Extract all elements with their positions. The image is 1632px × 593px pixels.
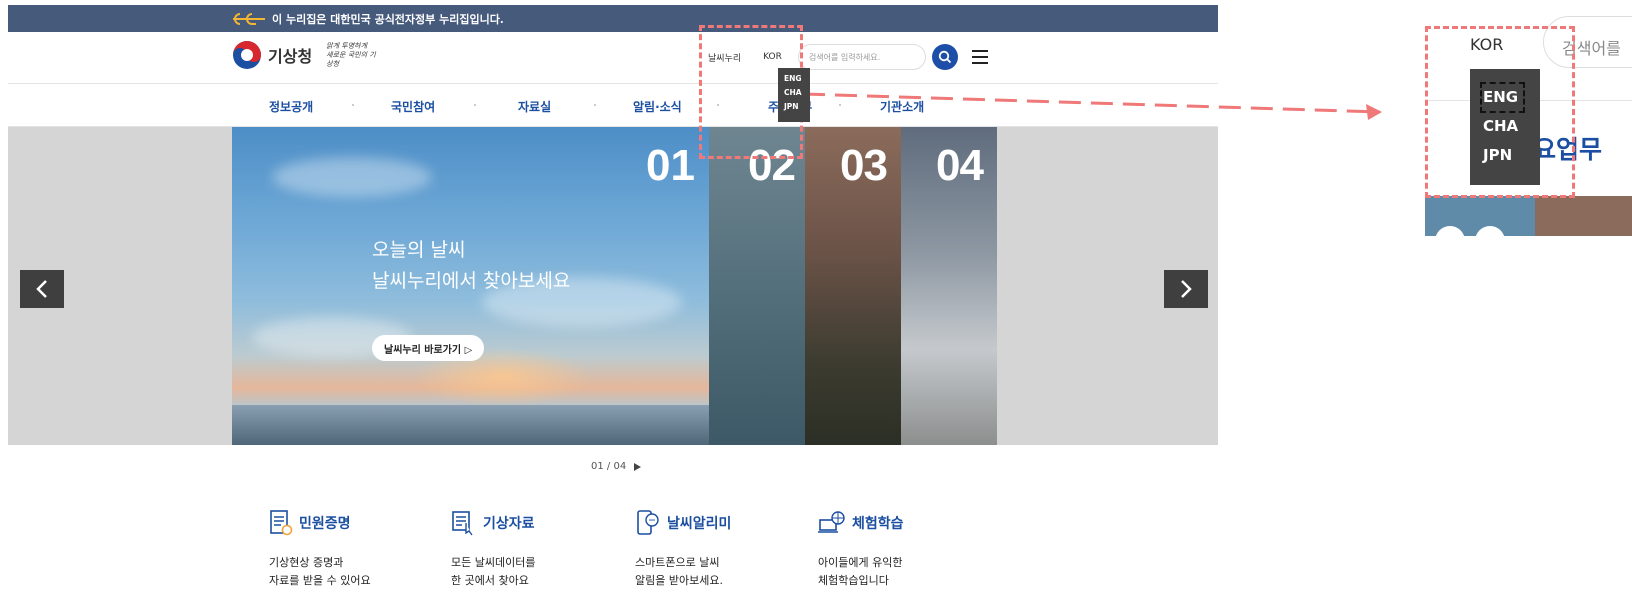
zoom-inset: KOR 검색어를 주요업무 ENG CHA JPN	[1425, 0, 1632, 250]
lang-option-eng[interactable]: ENG	[784, 72, 810, 86]
inset-slide-strip	[1425, 196, 1632, 250]
lang-option-jpn[interactable]: JPN	[784, 100, 810, 114]
inset-slide-number-fragment	[1435, 226, 1465, 250]
lang-option-cha[interactable]: CHA	[784, 86, 810, 100]
zoom-callout-arrow	[802, 92, 1382, 120]
inset-highlight-box	[1425, 26, 1575, 198]
language-dropdown: ENG CHA JPN	[778, 68, 810, 122]
inset-slide-number-fragment	[1475, 226, 1505, 250]
